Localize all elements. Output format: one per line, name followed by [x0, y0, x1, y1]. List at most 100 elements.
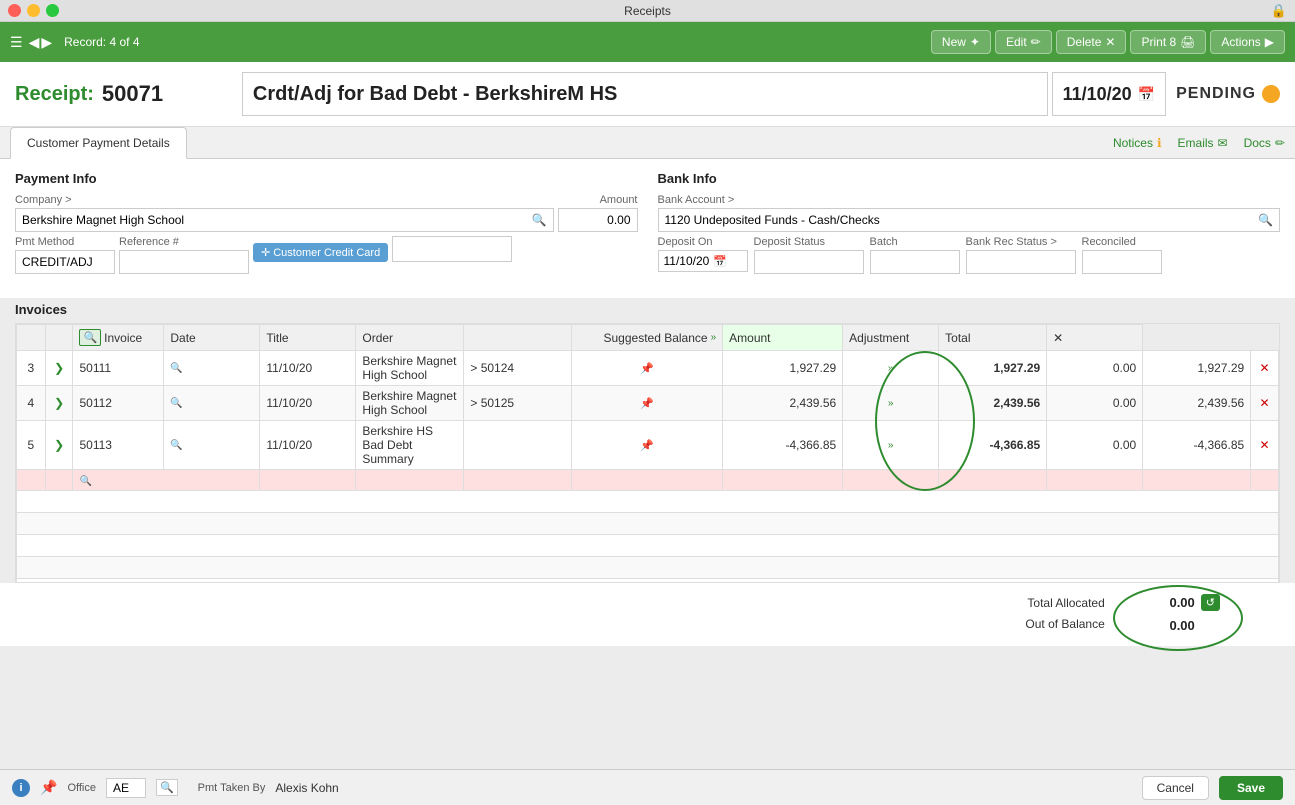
col-header-pin — [464, 325, 572, 351]
office-input[interactable] — [106, 778, 146, 798]
row-amount: -4,366.85 — [939, 421, 1047, 470]
tab-actions: Notices ℹ Emails ✉ Docs ✏ — [1113, 130, 1285, 156]
row-chevrons-icon[interactable]: » — [843, 386, 939, 421]
arrow-left-icon[interactable]: ◀ — [29, 34, 40, 51]
col-header-title: Title — [260, 325, 356, 351]
col-header-invoice: 🔍 Invoice — [73, 325, 164, 351]
totals-values-block: 0.00 ↺ 0.00 — [1125, 591, 1220, 638]
tabs: Customer Payment Details — [10, 127, 187, 158]
reference-input[interactable] — [119, 250, 249, 274]
bank-rec-input[interactable] — [966, 250, 1076, 274]
company-search-icon[interactable]: 🔍 — [532, 213, 547, 227]
out-of-balance-label: Out of Balance — [1025, 614, 1104, 636]
tab-customer-payment-details[interactable]: Customer Payment Details — [10, 127, 187, 159]
row-chevrons-icon[interactable]: » — [843, 351, 939, 386]
row-search-icon[interactable]: 🔍 — [164, 351, 260, 386]
pmt-method-input[interactable] — [15, 250, 115, 274]
maximize-button[interactable] — [46, 4, 59, 17]
bank-search-icon[interactable]: 🔍 — [1258, 213, 1273, 227]
company-field[interactable]: 🔍 — [15, 208, 554, 232]
row-order: > 50124 — [464, 351, 572, 386]
edit-button[interactable]: Edit ✏ — [995, 30, 1052, 54]
office-search-icon[interactable]: 🔍 — [156, 779, 178, 796]
info-button[interactable]: i — [12, 779, 30, 797]
receipt-description: Crdt/Adj for Bad Debt - BerkshireM HS — [242, 72, 1048, 116]
row-adjustment: 0.00 — [1047, 386, 1143, 421]
toolbar-left: ☰ ◀ ▶ Record: 4 of 4 — [10, 34, 931, 51]
row-chevrons-icon[interactable]: » — [843, 421, 939, 470]
pmt-taken-label: Pmt Taken By — [198, 782, 266, 794]
pending-status: PENDING — [1176, 85, 1256, 103]
add-credit-card-button[interactable]: ✛ Customer Credit Card — [253, 243, 388, 262]
email-icon: ✉ — [1218, 136, 1228, 150]
totals-labels: Total Allocated Out of Balance — [1025, 593, 1104, 636]
footer: i 📌 Office 🔍 Pmt Taken By Alexis Kohn Ca… — [0, 769, 1295, 805]
hamburger-icon[interactable]: ☰ — [10, 34, 23, 51]
out-of-balance-value-row: 0.00 — [1125, 614, 1220, 637]
print-button[interactable]: Print 8 🖨 — [1130, 30, 1206, 54]
row-invoice: 50113 — [73, 421, 164, 470]
invoices-section: Invoices 🔍 Invoice — [0, 298, 1295, 583]
row-pin-icon[interactable]: 📌 — [572, 386, 723, 421]
company-input[interactable] — [22, 213, 528, 227]
pin-icon[interactable]: 📌 — [40, 779, 57, 796]
deposit-status-input[interactable] — [754, 250, 864, 274]
actions-icon: ▶ — [1265, 35, 1274, 49]
row-delete-icon[interactable]: ✕ — [1251, 421, 1279, 470]
company-label: Company > — [15, 194, 554, 206]
row-arrow[interactable]: ❯ — [45, 351, 73, 386]
calendar-icon[interactable]: 📅 — [1138, 86, 1155, 103]
deposit-calendar-icon[interactable]: 📅 — [713, 255, 727, 268]
minimize-button[interactable] — [27, 4, 40, 17]
new-button-label: New — [942, 35, 966, 49]
row-num: 4 — [17, 386, 46, 421]
row-invoice: 50111 — [73, 351, 164, 386]
row-total: -4,366.85 — [1143, 421, 1251, 470]
invoices-scroll-area[interactable]: 🔍 Invoice Date Title Order Suggested Bal… — [15, 323, 1280, 583]
main-form-row: Payment Info Company > 🔍 Amount — [15, 171, 1280, 278]
sugg-bal-chevrons-icon[interactable]: » — [711, 332, 717, 343]
delete-button[interactable]: Delete ✕ — [1056, 30, 1127, 54]
invoice-search-icon[interactable]: 🔍 — [79, 329, 101, 346]
docs-icon: ✏ — [1275, 136, 1285, 150]
row-pin-icon[interactable]: 📌 — [572, 421, 723, 470]
cancel-button[interactable]: Cancel — [1142, 776, 1209, 800]
emails-link[interactable]: Emails ✉ — [1178, 136, 1228, 150]
total-allocated-value: 0.00 — [1125, 591, 1195, 614]
row-date: 11/10/20 — [260, 421, 356, 470]
pending-dot — [1262, 85, 1280, 103]
row-search-icon[interactable]: 🔍 — [164, 386, 260, 421]
col-header-arrow — [45, 325, 73, 351]
save-button[interactable]: Save — [1219, 776, 1283, 800]
docs-link[interactable]: Docs ✏ — [1244, 136, 1285, 150]
col-header-amount: Amount — [723, 325, 843, 351]
form-area: Payment Info Company > 🔍 Amount — [0, 159, 1295, 298]
row-arrow[interactable]: ❯ — [45, 421, 73, 470]
col-header-adjustment: Adjustment — [843, 325, 939, 351]
pmt-method-label: Pmt Method — [15, 236, 115, 248]
row-search-icon[interactable]: 🔍 — [164, 421, 260, 470]
refresh-button[interactable]: ↺ — [1201, 594, 1220, 611]
new-button[interactable]: New ✦ — [931, 30, 991, 54]
receipt-header: Receipt: 50071 Crdt/Adj for Bad Debt - B… — [0, 62, 1295, 127]
window-controls — [8, 4, 59, 17]
bank-account-input[interactable] — [665, 213, 1255, 227]
bank-account-field[interactable]: 🔍 — [658, 208, 1281, 232]
row-date: 11/10/20 — [260, 351, 356, 386]
print-icon: 🖨 — [1180, 35, 1195, 49]
row-delete-icon[interactable]: ✕ — [1251, 351, 1279, 386]
row-pin-icon[interactable]: 📌 — [572, 351, 723, 386]
row-order: > 50125 — [464, 386, 572, 421]
row-delete-icon[interactable]: ✕ — [1251, 386, 1279, 421]
close-button[interactable] — [8, 4, 21, 17]
notices-link[interactable]: Notices ℹ — [1113, 136, 1162, 150]
new-invoice-search[interactable]: 🔍 — [73, 470, 260, 491]
row-arrow[interactable]: ❯ — [45, 386, 73, 421]
total-allocated-value-row: 0.00 ↺ — [1125, 591, 1220, 614]
batch-input[interactable] — [870, 250, 960, 274]
actions-button[interactable]: Actions ▶ — [1210, 30, 1285, 54]
arrow-right-icon[interactable]: ▶ — [41, 34, 52, 51]
amount-input[interactable] — [558, 208, 638, 232]
receipt-date: 11/10/20 — [1063, 84, 1132, 105]
reconciled-input[interactable] — [1082, 250, 1162, 274]
